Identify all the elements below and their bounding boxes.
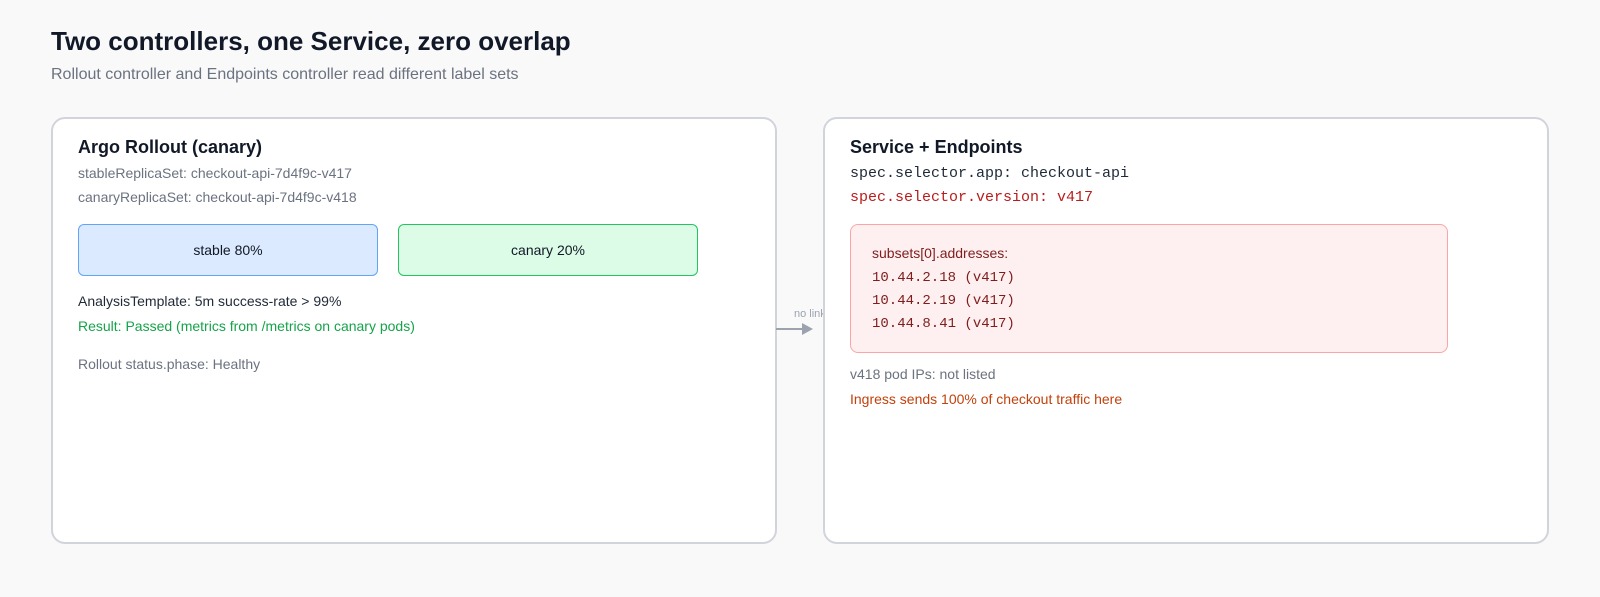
rollout-title: Argo Rollout (canary) [78,137,263,157]
canary-replicaset: canaryReplicaSet: checkout-api-7d4f9c-v4… [78,189,357,205]
service-panel: Service + Endpoints spec.selector.app: c… [823,117,1549,544]
service-title: Service + Endpoints [850,137,1023,157]
diagram-page: Two controllers, one Service, zero overl… [0,0,1600,597]
page-title: Two controllers, one Service, zero overl… [51,26,571,56]
address-item: 10.44.2.19 (v417) [872,293,1015,309]
stable-weight-label: stable 80% [193,242,263,258]
stable-replicaset: stableReplicaSet: checkout-api-7d4f9c-v4… [78,165,352,181]
selector-app: spec.selector.app: checkout-api [850,165,1130,182]
endpoints-addresses-box: subsets[0].addresses: 10.44.2.18 (v417) … [850,224,1448,353]
selector-version: spec.selector.version: v417 [850,189,1094,206]
address-item: 10.44.2.18 (v417) [872,270,1015,286]
rollout-panel: Argo Rollout (canary) stableReplicaSet: … [51,117,777,544]
no-link-label: no link [794,308,826,320]
canary-weight-box: canary 20% [398,224,698,276]
canary-weight-label: canary 20% [511,242,585,258]
addresses-header: subsets[0].addresses: [872,245,1009,261]
stable-weight-box: stable 80% [78,224,378,276]
ingress-note: Ingress sends 100% of checkout traffic h… [850,391,1123,407]
address-item: 10.44.8.41 (v417) [872,316,1015,332]
analysis-result: Result: Passed (metrics from /metrics on… [78,318,415,334]
rollout-status: Rollout status.phase: Healthy [78,356,261,372]
missing-pod-ips: v418 pod IPs: not listed [850,366,996,382]
analysis-template: AnalysisTemplate: 5m success-rate > 99% [78,293,342,309]
no-link-arrow-icon [776,323,813,335]
page-subtitle: Rollout controller and Endpoints control… [51,66,519,83]
